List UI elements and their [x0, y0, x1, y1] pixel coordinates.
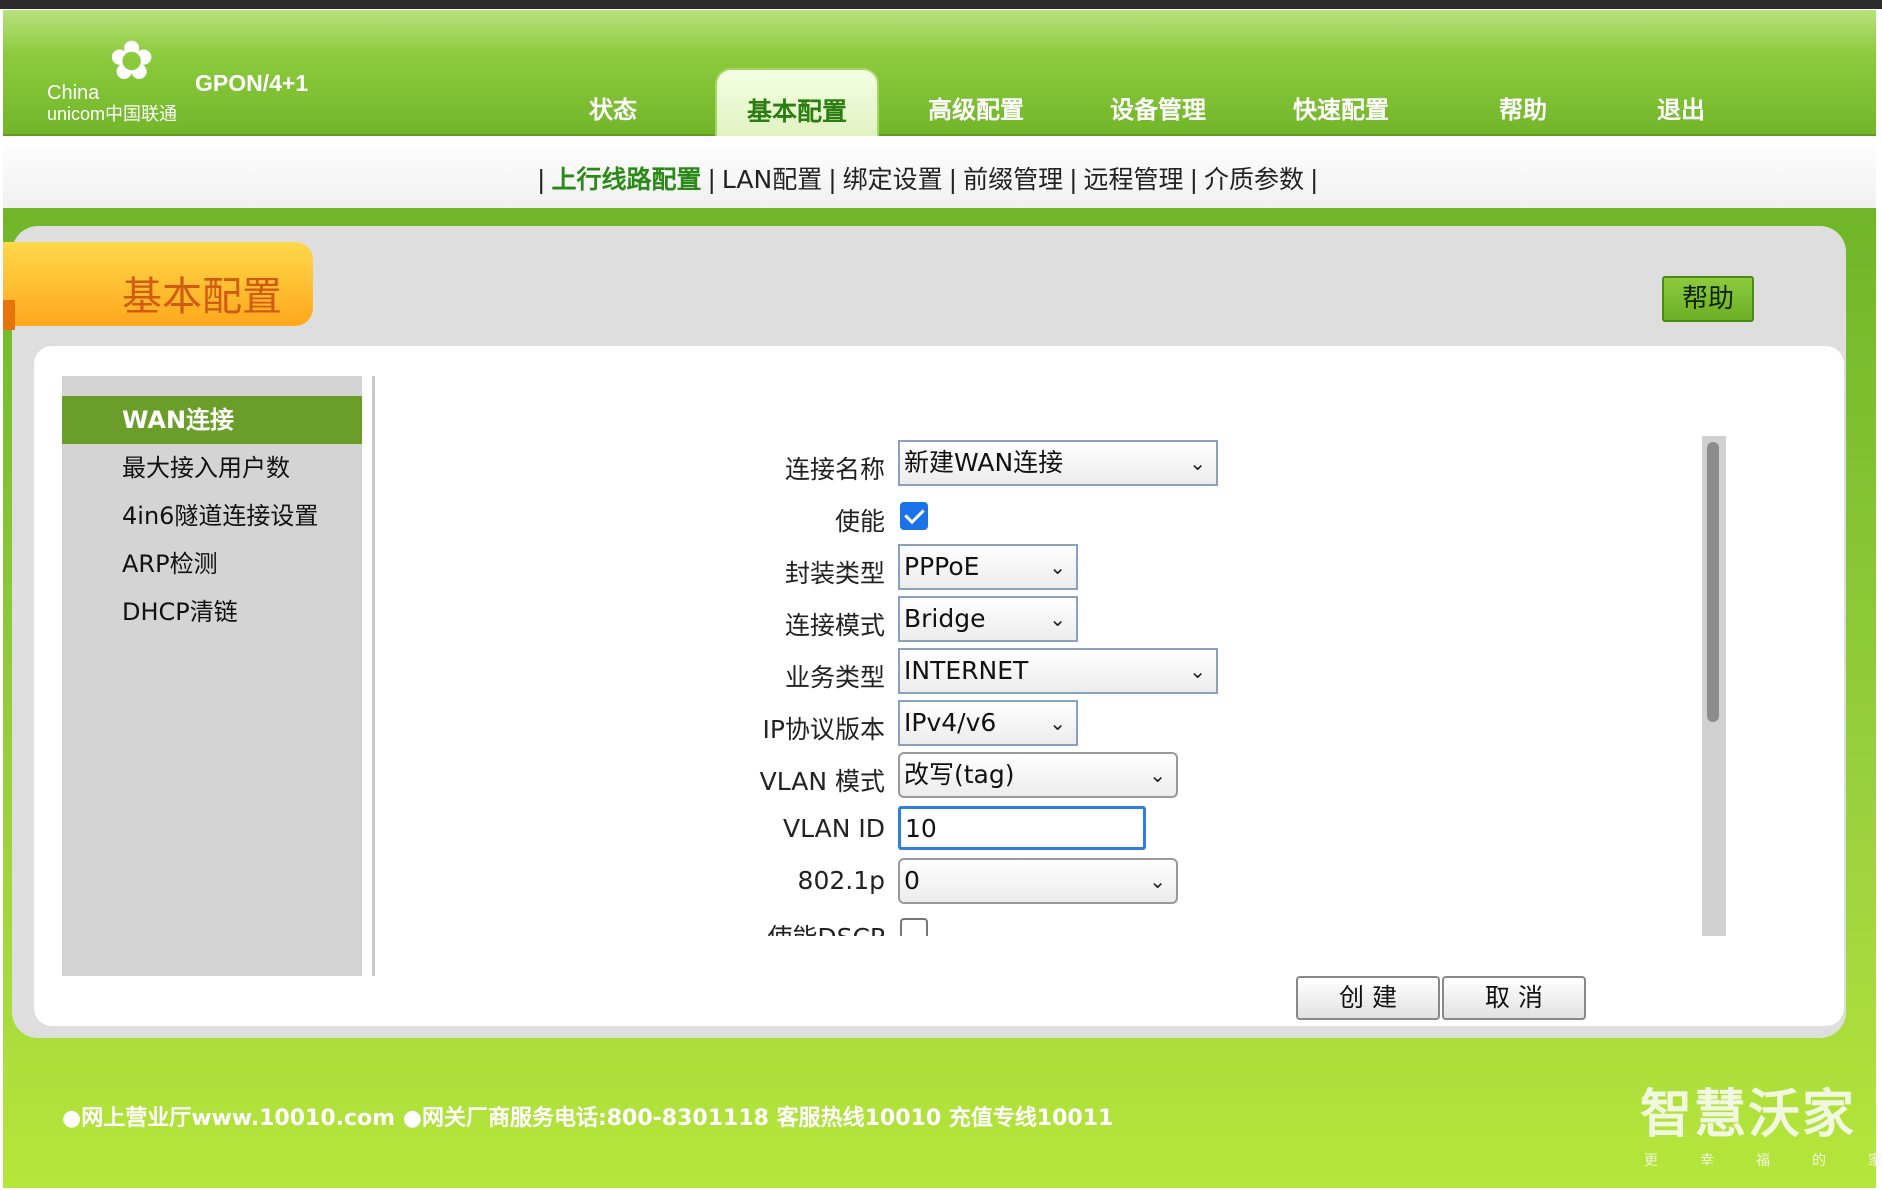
conn-mode-select[interactable]: Bridge ⌄	[898, 596, 1078, 642]
subnav-media-params[interactable]: 介质参数	[1204, 165, 1304, 194]
vlan-id-input[interactable]	[898, 806, 1146, 850]
nav-logout[interactable]: 退出	[1657, 90, 1705, 125]
chevron-down-icon: ⌄	[1149, 869, 1166, 893]
nav-basic-config-label: 基本配置	[746, 97, 847, 126]
menu-item-wan-connection[interactable]: WAN连接	[62, 396, 362, 444]
page-title: 基本配置	[122, 274, 282, 320]
sub-nav-separator: |	[1189, 165, 1198, 194]
menu-item-arp-detection[interactable]: ARP检测	[62, 540, 362, 588]
nav-advanced-config[interactable]: 高级配置	[928, 90, 1024, 125]
sub-nav-separator: |	[707, 165, 716, 194]
nav-device-management[interactable]: 设备管理	[1110, 90, 1206, 125]
sub-nav-separator: |	[948, 165, 958, 194]
wan-form: 连接名称 新建WAN连接 ⌄ 使能 封装类型 PPPoE ⌄ 连接模式 Brid…	[380, 436, 1700, 936]
subnav-lan-config[interactable]: LAN配置	[722, 165, 822, 194]
connection-name-value: 新建WAN连接	[904, 448, 1064, 477]
enable-checkbox[interactable]	[900, 502, 928, 530]
chevron-down-icon: ⌄	[1049, 555, 1066, 579]
p8021-value: 0	[904, 866, 920, 895]
encap-type-value: PPPoE	[904, 552, 980, 581]
encap-type-label: 封装类型	[784, 559, 885, 588]
nav-basic-config[interactable]: 基本配置	[715, 68, 879, 136]
encap-type-select[interactable]: PPPoE ⌄	[898, 544, 1078, 590]
zhihui-wojia-logo: 智慧沃家	[1640, 1085, 1857, 1145]
sub-nav-separator: |	[828, 165, 837, 194]
vlan-mode-value: 改写(tag)	[904, 760, 1015, 789]
nav-status[interactable]: 状态	[589, 90, 637, 125]
left-menu: WAN连接 最大接入用户数 4in6隧道连接设置 ARP检测 DHCP清链	[62, 376, 362, 976]
p8021-label: 802.1p	[797, 866, 885, 895]
menu-item-dhcp-clear[interactable]: DHCP清链	[62, 588, 362, 636]
service-type-label: 业务类型	[784, 663, 885, 692]
help-button[interactable]: 帮助	[1662, 276, 1754, 322]
nav-quick-config[interactable]: 快速配置	[1293, 90, 1389, 125]
top-dark-strip	[0, 0, 1882, 9]
dscp-enable-label: 使能DSCP	[380, 918, 885, 936]
subnav-remote-management[interactable]: 远程管理	[1084, 165, 1184, 194]
footer-slogan: 更幸福的家	[1644, 1153, 1882, 1169]
form-scrollbar-thumb[interactable]	[1707, 442, 1719, 722]
nav-help[interactable]: 帮助	[1499, 90, 1547, 125]
enable-label: 使能	[834, 507, 885, 536]
ip-version-label: IP协议版本	[762, 715, 885, 744]
p8021-select[interactable]: 0 ⌄	[898, 858, 1178, 904]
title-tab-shade	[3, 300, 15, 330]
chevron-down-icon: ⌄	[1189, 659, 1206, 683]
subnav-prefix-management[interactable]: 前缀管理	[963, 165, 1063, 194]
chevron-down-icon: ⌄	[1049, 607, 1066, 631]
sub-nav-separator: |	[537, 165, 546, 194]
connection-name-label: 连接名称	[784, 455, 885, 484]
footer-info: ●网上营业厅www.10010.com ●网关厂商服务电话:800-830111…	[62, 1106, 1114, 1131]
connection-name-select[interactable]: 新建WAN连接 ⌄	[898, 440, 1218, 486]
sub-nav: | 上行线路配置 | LAN配置 | 绑定设置 | 前缀管理 | 远程管理 | 介质参数 |	[3, 138, 1876, 208]
sub-nav-separator: |	[1069, 165, 1078, 194]
subnav-uplink-config[interactable]: 上行线路配置	[551, 165, 701, 194]
left-menu-divider	[372, 376, 375, 976]
vlan-mode-label: VLAN 模式	[759, 767, 885, 796]
subnav-binding-settings[interactable]: 绑定设置	[843, 165, 943, 194]
vlan-id-label: VLAN ID	[783, 814, 885, 843]
chevron-down-icon: ⌄	[1189, 451, 1206, 475]
ip-version-select[interactable]: IPv4/v6 ⌄	[898, 700, 1078, 746]
menu-item-max-users[interactable]: 最大接入用户数	[62, 444, 362, 492]
service-type-value: INTERNET	[904, 656, 1029, 685]
vlan-mode-select[interactable]: 改写(tag) ⌄	[898, 752, 1178, 798]
chevron-down-icon: ⌄	[1149, 763, 1166, 787]
dscp-enable-checkbox[interactable]	[900, 918, 928, 936]
menu-item-4in6-tunnel[interactable]: 4in6隧道连接设置	[62, 492, 362, 540]
sub-nav-separator: |	[1310, 165, 1319, 194]
chevron-down-icon: ⌄	[1049, 711, 1066, 735]
sub-nav-links: | 上行线路配置 | LAN配置 | 绑定设置 | 前缀管理 | 远程管理 | 介质参数 |	[531, 160, 1324, 196]
cancel-button[interactable]: 取 消	[1442, 976, 1586, 1020]
service-type-select[interactable]: INTERNET ⌄	[898, 648, 1218, 694]
ip-version-value: IPv4/v6	[904, 708, 997, 737]
main-nav: 状态 基本配置 高级配置 设备管理 快速配置 帮助 退出	[3, 10, 1876, 136]
conn-mode-label: 连接模式	[784, 611, 885, 640]
header-bar: ✿ China unicom中国联通 GPON/4+1 状态 基本配置 高级配置…	[3, 10, 1876, 136]
create-button[interactable]: 创 建	[1296, 976, 1440, 1020]
conn-mode-value: Bridge	[904, 604, 986, 633]
